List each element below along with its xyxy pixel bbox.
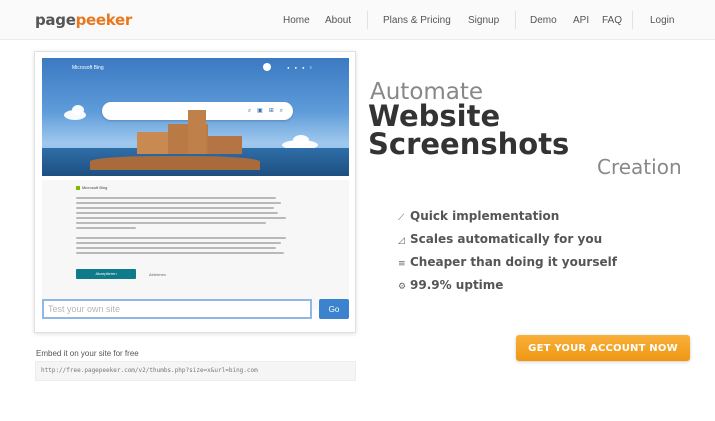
nav-demo[interactable]: Demo <box>530 15 557 26</box>
castle-wall-shape <box>137 132 171 154</box>
consent-text-line <box>76 197 276 199</box>
get-account-button[interactable]: GET YOUR ACCOUNT NOW <box>516 335 690 361</box>
nav-divider <box>632 11 633 29</box>
screenshot-preview-frame: Microsoft Bing ● ● ● ≡ ⌕ ▣ ⊞ ⌕ Microsoft… <box>34 51 356 333</box>
consent-brand-text: Microsoft Bing <box>82 185 108 190</box>
logo-text-page: page <box>35 11 76 29</box>
nav-login[interactable]: Login <box>650 15 674 26</box>
list-icon: ≡ <box>398 259 406 269</box>
nav-home[interactable]: Home <box>283 15 310 26</box>
nav-about[interactable]: About <box>325 15 351 26</box>
consent-text-line <box>76 237 286 239</box>
consent-text-line <box>76 247 276 249</box>
pagepeeker-logo[interactable]: pagepeeker <box>35 11 132 29</box>
nav-plans-pricing[interactable]: Plans & Pricing <box>383 15 451 26</box>
cloud-shape <box>293 135 309 145</box>
nav-api[interactable]: API <box>573 15 589 26</box>
consent-brand: Microsoft Bing <box>76 185 107 190</box>
feature-text: Quick implementation <box>410 209 560 223</box>
embed-label: Embed it on your site for free <box>36 349 139 358</box>
pencil-icon: ⟋ <box>398 213 405 223</box>
consent-text-line <box>76 242 281 244</box>
cloud-shape <box>72 105 84 115</box>
scale-icon: ◿ <box>398 236 405 246</box>
preview-toolbar-icons: ● ● ● ≡ <box>287 65 314 70</box>
castle-wall-shape <box>208 136 242 154</box>
hero-creation: Creation <box>597 155 682 179</box>
feature-item: ◿ Scales automatically for you <box>398 232 602 246</box>
feature-text: 99.9% uptime <box>410 278 504 292</box>
preview-reject-link: Ablehnen <box>149 272 166 277</box>
feature-text: Cheaper than doing it yourself <box>410 255 617 269</box>
consent-text-line <box>76 217 286 219</box>
island-shape <box>90 156 260 170</box>
preview-avatar-icon <box>263 63 271 71</box>
consent-text-line <box>76 212 278 214</box>
preview-search-icons: ⌕ ▣ ⊞ ⌕ <box>247 107 285 114</box>
go-button[interactable]: Go <box>319 299 349 319</box>
feature-item: ≡ Cheaper than doing it yourself <box>398 255 617 269</box>
logo-text-peeker: peeker <box>75 11 133 29</box>
preview-bing-hero-image: Microsoft Bing ● ● ● ≡ ⌕ ▣ ⊞ ⌕ <box>42 58 349 176</box>
nav-faq[interactable]: FAQ <box>602 15 622 26</box>
nav-divider <box>515 11 516 29</box>
test-site-input[interactable] <box>42 299 312 319</box>
castle-tower-shape <box>188 110 206 154</box>
consent-text-line <box>76 252 284 254</box>
preview-cookie-consent: Microsoft Bing Akzeptieren Ablehnen <box>42 180 349 310</box>
feature-item: ⟋ Quick implementation <box>398 209 559 223</box>
gear-icon: ⚙ <box>398 282 407 292</box>
top-header: pagepeeker Home About Plans & Pricing Si… <box>0 0 715 40</box>
nav-signup[interactable]: Signup <box>468 15 499 26</box>
consent-text-line <box>76 207 274 209</box>
consent-text-line <box>76 222 266 224</box>
consent-text-line <box>76 227 136 229</box>
consent-text-line <box>76 202 281 204</box>
feature-item: ⚙ 99.9% uptime <box>398 278 503 292</box>
feature-text: Scales automatically for you <box>410 232 603 246</box>
hero-screenshots: Screenshots <box>368 127 570 161</box>
preview-accept-button: Akzeptieren <box>76 269 136 279</box>
nav-divider <box>367 11 368 29</box>
preview-bing-brand: Microsoft Bing <box>72 65 104 71</box>
embed-code-box[interactable]: http://free.pagepeeker.com/v2/thumbs.php… <box>35 361 356 381</box>
